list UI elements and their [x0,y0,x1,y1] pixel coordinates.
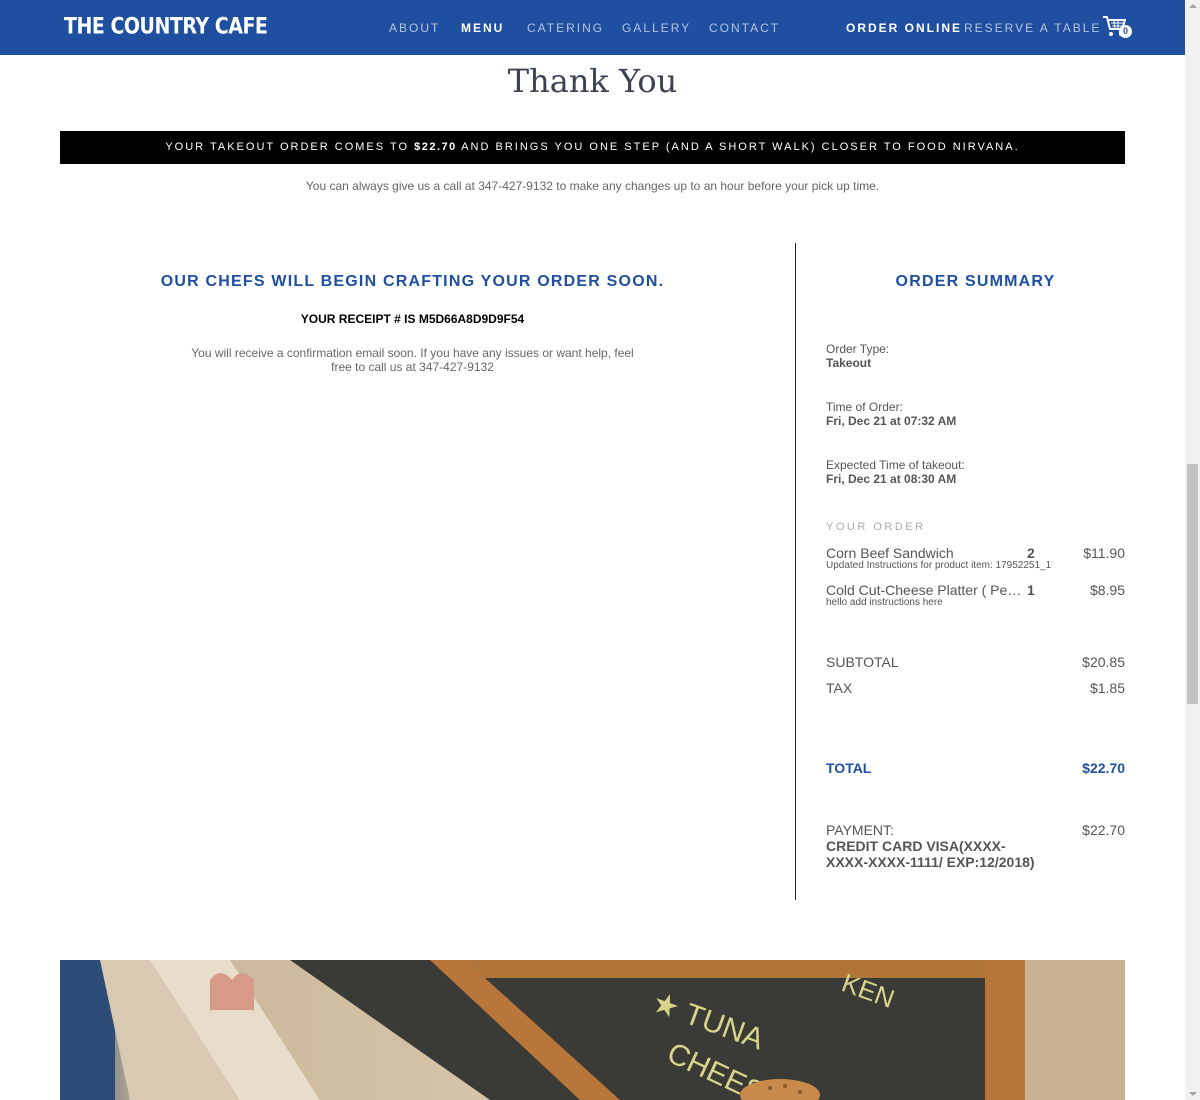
subtotal-label: SUBTOTAL [826,654,899,670]
order-item-note: Updated Instructions for product item: 1… [826,560,1052,571]
order-online-link[interactable]: ORDER ONLINE [846,21,962,35]
nav-link-gallery[interactable]: GALLERY [622,21,691,35]
cart-button[interactable]: 0 [1102,14,1132,40]
tax-value: $1.85 [1089,680,1125,696]
reserve-table-link[interactable]: RESERVE A TABLE [964,21,1101,35]
column-divider [795,243,796,900]
confirmation-heading: OUR CHEFS WILL BEGIN CRAFTING YOUR ORDER… [160,273,665,290]
cafe-photo-image: ★ TUNA CHEESE KEN [60,960,1125,1100]
nav-link-catering[interactable]: CATERING [527,21,604,35]
order-item-note: hello add instructions here [826,597,943,608]
order-item-price: $8.95 [1089,582,1125,598]
order-type-value: Takeout [826,356,872,370]
site-logo[interactable]: THE COUNTRY CAFE [64,14,268,39]
tax-label: TAX [826,680,853,696]
total-label: TOTAL [826,760,872,776]
order-type-label: Order Type: [826,342,890,356]
order-total-banner: YOUR TAKEOUT ORDER COMES TO $22.70 AND B… [60,131,1125,164]
scroll-down-arrow-icon[interactable] [1189,1092,1197,1096]
nav-link-menu[interactable]: MENU [461,21,504,35]
expected-time-value: Fri, Dec 21 at 08:30 AM [826,472,957,486]
payment-method: CREDIT CARD VISA(XXXX-XXXX-XXXX-1111/ EX… [826,838,1035,870]
order-time-value: Fri, Dec 21 at 07:32 AM [826,414,957,428]
cafe-photo: ★ TUNA CHEESE KEN [60,960,1125,1100]
order-item-qty: 1 [1027,582,1035,598]
scroll-up-arrow-icon[interactable] [1189,4,1197,8]
nav-link-about[interactable]: ABOUT [389,21,440,35]
subtotal-value: $20.85 [1082,654,1125,670]
nav-link-contact[interactable]: CONTACT [709,21,780,35]
order-item-name: Corn Beef Sandwich [826,545,954,561]
banner-text-pre: YOUR TAKEOUT ORDER COMES TO [165,141,415,153]
payment-label: PAYMENT: [826,822,894,838]
your-order-label: YOUR ORDER [826,521,926,533]
total-value: $22.70 [1082,760,1125,776]
order-time-label: Time of Order: [826,400,903,414]
payment-amount: $22.70 [1082,822,1125,838]
order-item-qty: 2 [1027,545,1035,561]
scrollbar-thumb[interactable] [1187,464,1198,704]
receipt-number: YOUR RECEIPT # IS M5D66A8D9D9F54 [300,312,525,326]
page-title: Thank You [507,62,678,100]
order-item-price: $11.90 [1083,545,1125,561]
expected-time-label: Expected Time of takeout: [826,458,965,472]
order-summary-heading: ORDER SUMMARY [895,273,1056,290]
top-nav: THE COUNTRY CAFE ABOUT MENU CATERING GAL… [0,0,1185,55]
confirmation-message: You will receive a confirmation email so… [191,346,634,374]
banner-amount: $22.70 [414,141,457,153]
order-item-name: Cold Cut-Cheese Platter ( Per Person ) [826,582,1023,598]
cart-count-badge: 0 [1119,25,1132,38]
call-note: You can always give us a call at 347-427… [305,179,880,193]
banner-text-post: AND BRINGS YOU ONE STEP (AND A SHORT WAL… [456,141,1020,153]
